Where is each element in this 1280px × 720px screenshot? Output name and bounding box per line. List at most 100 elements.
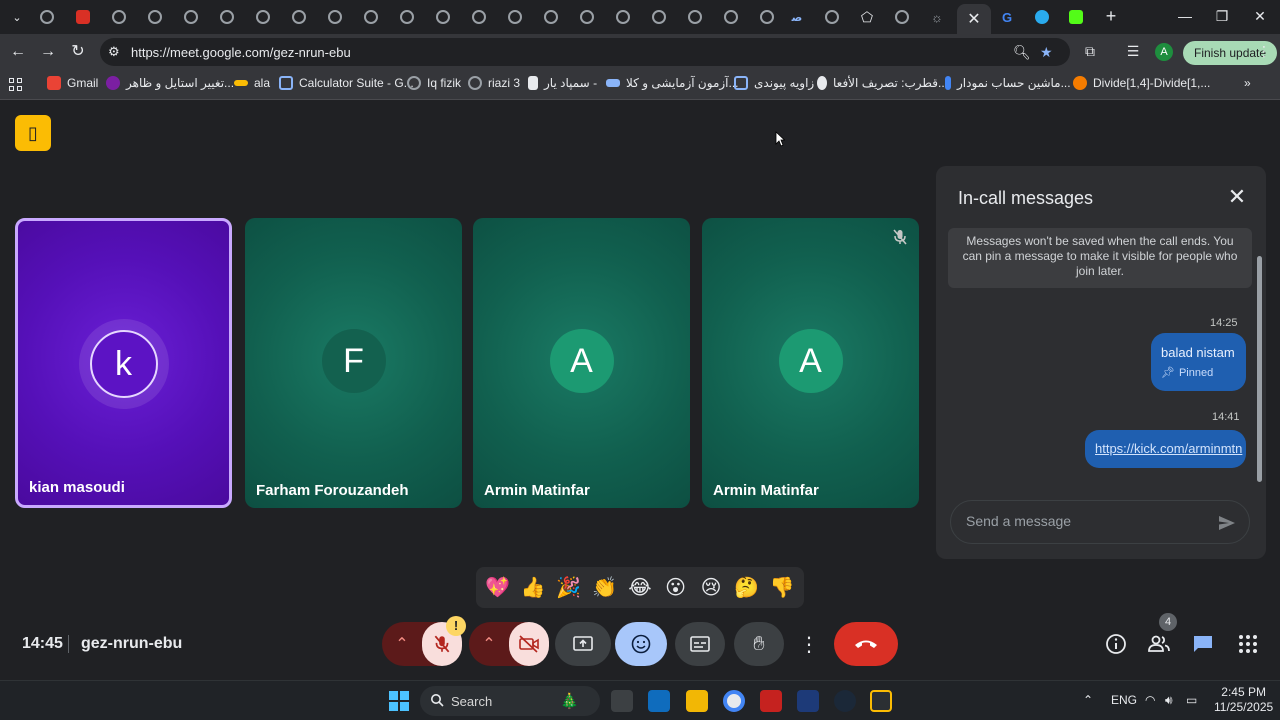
site-info-icon[interactable]: ⚙ — [108, 44, 120, 60]
tab[interactable] — [359, 6, 383, 28]
bookmark-item[interactable]: Iq fizik — [407, 76, 461, 90]
chat-icon[interactable] — [1191, 632, 1215, 656]
bookmark-item[interactable]: سمپاد یار - — [528, 76, 597, 90]
bookmark-star-icon[interactable]: ★ — [1040, 44, 1053, 61]
volume-icon[interactable]: 🔊︎ — [1165, 693, 1173, 708]
reaction-thumbs-up[interactable]: 👍 — [517, 575, 549, 600]
tab[interactable] — [215, 6, 239, 28]
tab[interactable] — [683, 6, 707, 28]
minimize-button[interactable]: — — [1175, 8, 1195, 24]
language-indicator[interactable]: ENG — [1111, 693, 1137, 707]
address-bar[interactable]: ⚙ https://meet.google.com/gez-nrun-ebu 🔍… — [100, 38, 1070, 66]
raise-hand-button[interactable]: ✋︎ — [734, 622, 784, 666]
tab[interactable] — [890, 6, 914, 28]
mic-warning-badge[interactable]: ! — [446, 616, 466, 636]
tab[interactable] — [71, 6, 95, 28]
participant-tile[interactable]: A Armin Matinfar — [473, 218, 690, 508]
tab[interactable] — [575, 6, 599, 28]
acrobat-icon[interactable] — [760, 690, 782, 712]
wifi-icon[interactable]: ◠ — [1145, 693, 1155, 707]
taskbar-search[interactable]: Search 🎄 — [420, 686, 600, 716]
bookmark-item[interactable]: Calculator Suite - G... — [279, 76, 414, 90]
send-message-input[interactable] — [966, 513, 1206, 529]
show-hidden-icons-button[interactable]: ⌃ — [1083, 693, 1093, 707]
meeting-info-icon[interactable] — [1104, 632, 1128, 656]
tab[interactable] — [755, 6, 779, 28]
apps-grid-icon[interactable] — [9, 78, 23, 92]
tab[interactable] — [251, 6, 275, 28]
extensions-icon[interactable]: ⧉ — [1081, 43, 1099, 61]
toggle-camera-button[interactable] — [509, 622, 549, 666]
reaction-sad[interactable]: 😢 — [695, 575, 727, 600]
app-icon[interactable] — [870, 690, 892, 712]
tab[interactable] — [143, 6, 167, 28]
tab[interactable] — [719, 6, 743, 28]
bookmark-item[interactable]: Divide[1,4]-Divide[1,... — [1073, 76, 1210, 90]
reaction-clap[interactable]: 👏 — [588, 575, 620, 600]
tab[interactable] — [431, 6, 455, 28]
message-link[interactable]: https://kick.com/arminmtn — [1095, 441, 1242, 456]
tab[interactable] — [611, 6, 635, 28]
close-tab-icon[interactable]: ✕ — [967, 9, 980, 29]
outlook-icon[interactable] — [648, 690, 670, 712]
system-clock[interactable]: 2:45 PM 11/25/2025 — [1214, 685, 1273, 715]
leave-call-button[interactable] — [834, 622, 898, 666]
bookmark-item[interactable]: ala — [234, 76, 270, 90]
file-explorer-icon[interactable] — [686, 690, 708, 712]
participant-tile[interactable]: k kian masoudi — [15, 218, 232, 508]
reactions-button[interactable] — [615, 622, 667, 666]
tab[interactable] — [1030, 6, 1054, 28]
reaction-thinking[interactable]: 🤔 — [731, 575, 763, 600]
tab[interactable] — [179, 6, 203, 28]
tab[interactable]: ⬠ — [855, 6, 879, 28]
reaction-surprised[interactable]: 😮 — [660, 575, 692, 600]
bookmark-item[interactable]: زاویه پیوندی — [734, 76, 814, 90]
bookmark-item[interactable]: آزمون آزمایشی و کلا... — [606, 76, 739, 90]
battery-icon[interactable]: ▭ — [1186, 693, 1197, 707]
video-options-button[interactable]: ⌃ — [469, 622, 509, 666]
reaction-laugh[interactable]: 😂 — [624, 575, 656, 600]
browser-menu-icon[interactable]: ⋮ — [1257, 43, 1271, 60]
maximize-button[interactable]: ❐ — [1212, 8, 1232, 25]
people-icon[interactable] — [1147, 632, 1171, 656]
tab[interactable] — [820, 6, 844, 28]
reaction-thumbs-down[interactable]: 👎 — [766, 575, 798, 600]
send-icon[interactable] — [1217, 513, 1237, 533]
tab[interactable] — [647, 6, 671, 28]
tab[interactable] — [467, 6, 491, 28]
activities-grid-icon[interactable] — [1236, 632, 1260, 656]
reaction-party[interactable]: 🎉 — [553, 575, 585, 600]
tab-search-button[interactable]: ⌄ — [5, 6, 29, 28]
tab[interactable] — [395, 6, 419, 28]
tab[interactable] — [35, 6, 59, 28]
reload-button[interactable]: ↻ — [68, 42, 88, 62]
close-panel-button[interactable]: ✕ — [1226, 184, 1248, 210]
chat-scrollbar[interactable] — [1257, 256, 1262, 482]
profile-avatar[interactable]: A — [1155, 43, 1173, 61]
tab[interactable] — [107, 6, 131, 28]
tab[interactable]: ☼ — [925, 6, 949, 28]
chrome-icon[interactable] — [723, 690, 745, 712]
bookmark-item[interactable]: ماشین حساب نمودار... — [945, 76, 1071, 90]
back-button[interactable]: ← — [8, 42, 28, 62]
tab[interactable] — [539, 6, 563, 28]
media-controls-icon[interactable]: ☰ — [1124, 43, 1142, 61]
tab[interactable] — [287, 6, 311, 28]
close-window-button[interactable]: ✕ — [1250, 8, 1270, 25]
bookmark-item[interactable]: قطرب: تصریف الأفعا... — [817, 76, 948, 90]
new-tab-button[interactable]: + — [1101, 6, 1121, 27]
present-screen-button[interactable] — [555, 622, 611, 666]
forward-button[interactable]: → — [38, 42, 58, 62]
tab-active[interactable]: ✕ — [957, 4, 991, 34]
windows-start-icon[interactable] — [389, 691, 409, 711]
participant-tile[interactable]: A Armin Matinfar — [702, 218, 919, 508]
captions-button[interactable] — [675, 622, 725, 666]
zoom-icon[interactable]: 🔍︎ — [1013, 44, 1031, 61]
chat-message[interactable]: balad nistam 📌︎ Pinned — [1151, 333, 1246, 391]
app-icon[interactable] — [797, 690, 819, 712]
more-bookmarks-button[interactable]: » — [1244, 76, 1251, 90]
tab[interactable]: ﺻ — [785, 6, 809, 28]
task-view-icon[interactable] — [611, 690, 633, 712]
bookmark-item[interactable]: riazi 3 — [468, 76, 520, 90]
tab[interactable] — [503, 6, 527, 28]
